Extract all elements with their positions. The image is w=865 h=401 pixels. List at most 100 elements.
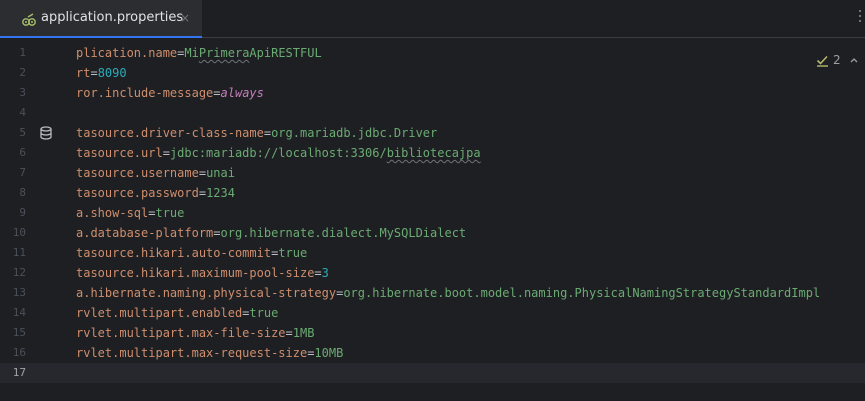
code-line[interactable]: 17 [0,363,865,383]
line-number: 3 [19,86,26,99]
code-line[interactable]: 16 rvlet.multipart.max-request-size=10MB [0,343,865,363]
property-key: tasource.password [76,186,199,200]
code-line[interactable]: 6 tasource.url=jdbc:mariadb://localhost:3… [0,143,865,163]
line-code: a.show-sql=true [76,203,184,223]
property-value: 8090 [97,66,127,80]
line-code: tasource.url=jdbc:mariadb://localhost:33… [76,143,481,163]
line-number: 16 [12,346,26,359]
separator: = [198,186,207,200]
database-icon[interactable] [40,126,52,140]
inspection-widget[interactable]: 2 [816,52,859,68]
line-number: 17 [12,366,26,379]
separator: = [314,266,322,280]
line-code: plication.name=MiPrimeraApiRESTFUL [76,43,322,63]
code-line[interactable]: 3 ror.include-message=always [0,83,865,103]
property-key: rvlet.multipart.max-request-size [76,346,308,360]
line-number: 10 [12,226,26,239]
property-value: true [249,306,279,320]
code-line[interactable]: 15 rvlet.multipart.max-file-size=1MB [0,323,865,343]
line-number: 6 [19,146,26,159]
property-value: 10MB [314,346,344,360]
separator: = [285,326,293,340]
line-code: tasource.driver-class-name=org.mariadb.j… [76,123,437,143]
property-value: Mi [184,46,199,60]
property-key: a.database-platform [76,226,214,240]
line-number: 13 [12,286,26,299]
separator: = [263,126,272,140]
line-code: tasource.hikari.maximum-pool-size=3 [76,263,329,283]
line-number: 15 [12,326,26,339]
property-key: tasource.url [76,146,163,160]
separator: = [198,166,207,180]
property-key: a.show-sql [76,206,149,220]
property-value: unai [206,166,235,180]
line-code: rvlet.multipart.max-file-size=1MB [76,323,314,343]
code-line[interactable]: 1 plication.name=MiPrimeraApiRESTFUL [0,43,865,63]
properties-file-icon [22,13,36,26]
close-icon[interactable]: × [180,11,190,25]
line-code: tasource.hikari.auto-commit=true [76,243,307,263]
code-line[interactable]: 10 a.database-platform=org.hibernate.dial… [0,223,865,243]
more-tabs-icon[interactable] [858,10,862,24]
chevron-up-icon[interactable] [849,55,859,65]
line-number: 5 [19,126,26,139]
code-line[interactable]: 12 tasource.hikari.maximum-pool-size=3 [0,263,865,283]
line-number: 12 [12,266,26,279]
code-line[interactable]: 11 tasource.hikari.auto-commit=true [0,243,865,263]
property-key: rvlet.multipart.max-file-size [76,326,286,340]
tab-title: application.properties [41,10,184,25]
line-number: 14 [12,306,26,319]
line-number: 7 [19,166,26,179]
code-line[interactable]: 4 [0,103,865,123]
code-line[interactable]: 9 a.show-sql=true [0,203,865,223]
property-value: Primera [198,46,250,60]
property-key: rvlet.multipart.enabled [76,306,243,320]
line-number: 9 [19,206,26,219]
separator: = [213,226,221,240]
check-warning-icon [816,55,828,67]
line-code: tasource.password=1234 [76,183,235,203]
separator: = [213,86,221,100]
property-key: tasource.hikari.auto-commit [76,246,272,260]
editor-tab-bar: application.properties × [0,0,865,38]
property-key: tasource.driver-class-name [76,126,264,140]
line-code: ror.include-message=always [76,83,264,103]
property-value: org.hibernate.dialect.MySQLDialect [220,226,467,240]
separator: = [90,66,98,80]
property-value: org.hibernate.boot.model.naming.Physical… [343,286,821,300]
property-value: org.mariadb.jdbc.Driver [271,126,438,140]
property-key: rt [76,66,91,80]
property-value: jdbc:mariadb://localhost:3306/ [169,146,387,160]
property-key: a.hibernate.naming.physical-strategy [76,286,337,300]
code-area[interactable]: 1 plication.name=MiPrimeraApiRESTFUL 2 rt=8… [0,38,865,401]
line-code: a.database-platform=org.hibernate.dialec… [76,223,466,243]
property-key: tasource.hikari.maximum-pool-size [76,266,315,280]
property-value: 3 [321,266,329,280]
code-line[interactable]: 14 rvlet.multipart.enabled=true [0,303,865,323]
line-code: rvlet.multipart.max-request-size=10MB [76,343,343,363]
code-line[interactable]: 5 tasource.driver-class-name=org.mariadb.… [0,123,865,143]
property-key: tasource.username [76,166,199,180]
property-value: ApiRESTFUL [249,46,322,60]
code-line[interactable]: 2 rt=8090 [0,63,865,83]
line-number: 11 [12,246,26,259]
line-code: tasource.username=unai [76,163,235,183]
line-number: 4 [19,106,26,119]
property-value: bibliotecajpa [386,146,481,160]
property-key: ror.include-message [76,86,214,100]
property-key: plication.name [76,46,178,60]
inspection-count: 2 [833,53,841,67]
tab-application-properties[interactable]: application.properties × [0,0,202,38]
property-value: 1234 [206,186,235,200]
code-line[interactable]: 7 tasource.username=unai [0,163,865,183]
code-line[interactable]: 8 tasource.password=1234 [0,183,865,203]
line-number: 2 [19,66,26,79]
separator: = [162,146,170,160]
property-value: true [278,246,308,260]
property-value: true [155,206,185,220]
line-number: 8 [19,186,26,199]
line-number: 1 [19,46,26,59]
property-value: 1MB [292,326,315,340]
code-editor-window: application.properties × 1 plication.name… [0,0,865,401]
code-line[interactable]: 13 a.hibernate.naming.physical-strategy=o… [0,283,865,303]
